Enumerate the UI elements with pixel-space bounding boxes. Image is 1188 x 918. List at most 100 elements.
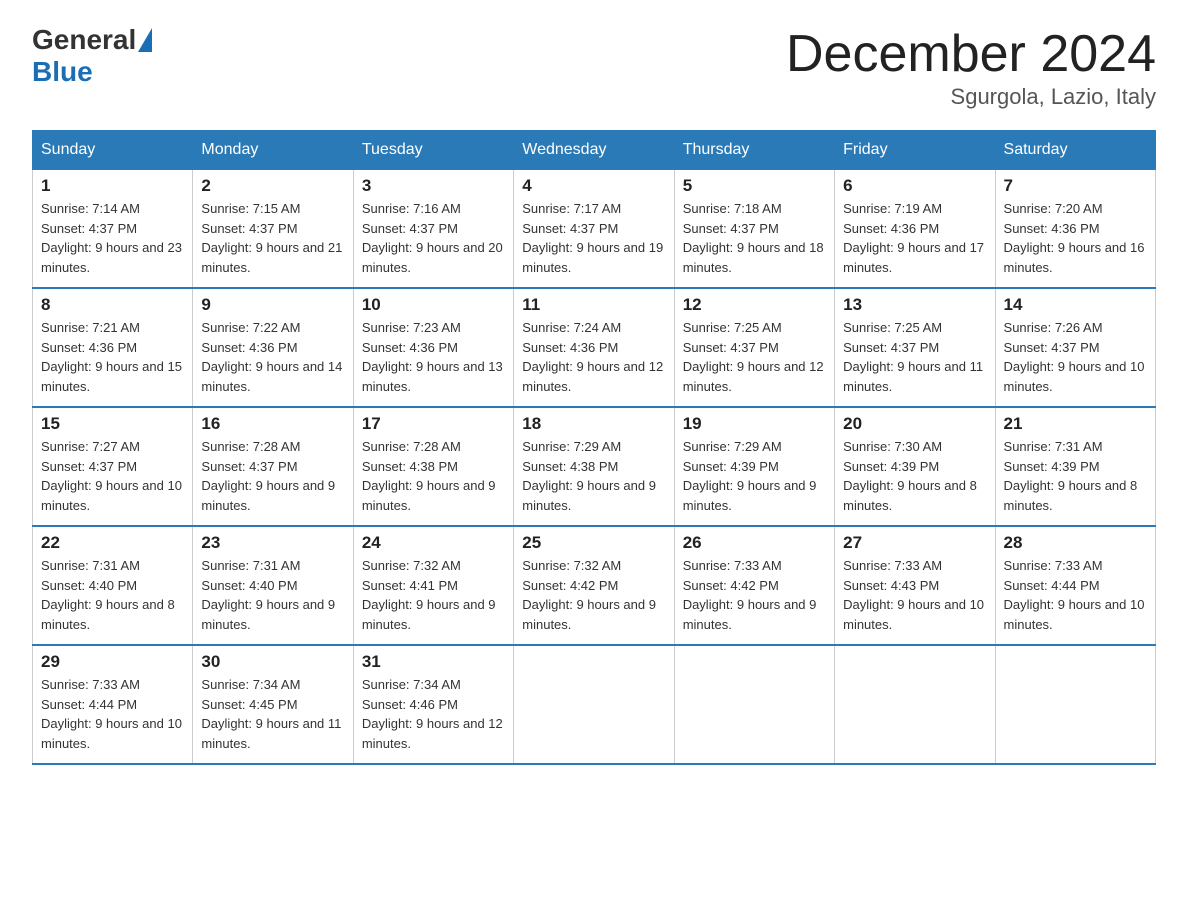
- day-info: Sunrise: 7:30 AMSunset: 4:39 PMDaylight:…: [843, 437, 986, 515]
- day-info: Sunrise: 7:25 AMSunset: 4:37 PMDaylight:…: [843, 318, 986, 396]
- day-number: 28: [1004, 533, 1147, 553]
- day-number: 14: [1004, 295, 1147, 315]
- calendar-cell: 10Sunrise: 7:23 AMSunset: 4:36 PMDayligh…: [353, 288, 513, 407]
- calendar-cell: 27 Sunrise: 7:33 AMSunset: 4:43 PMDayligh…: [835, 526, 995, 645]
- day-info: Sunrise: 7:31 AMSunset: 4:40 PMDaylight:…: [41, 556, 184, 634]
- calendar-cell: 2 Sunrise: 7:15 AMSunset: 4:37 PMDaylight…: [193, 170, 353, 289]
- day-info: Sunrise: 7:19 AMSunset: 4:36 PMDaylight:…: [843, 199, 986, 277]
- logo: General Blue: [32, 24, 154, 88]
- day-number: 9: [201, 295, 344, 315]
- day-info: Sunrise: 7:33 AMSunset: 4:44 PMDaylight:…: [1004, 556, 1147, 634]
- logo-blue-text: Blue: [32, 56, 93, 87]
- calendar-cell: 23 Sunrise: 7:31 AMSunset: 4:40 PMDayligh…: [193, 526, 353, 645]
- day-info: Sunrise: 7:18 AMSunset: 4:37 PMDaylight:…: [683, 199, 826, 277]
- day-info: Sunrise: 7:25 AMSunset: 4:37 PMDaylight:…: [683, 318, 826, 396]
- day-number: 13: [843, 295, 986, 315]
- day-info: Sunrise: 7:29 AMSunset: 4:38 PMDaylight:…: [522, 437, 665, 515]
- calendar-cell: 1Sunrise: 7:14 AMSunset: 4:37 PMDaylight…: [33, 170, 193, 289]
- day-number: 15: [41, 414, 184, 434]
- day-info: Sunrise: 7:33 AMSunset: 4:42 PMDaylight:…: [683, 556, 826, 634]
- day-number: 26: [683, 533, 826, 553]
- calendar-cell: 7 Sunrise: 7:20 AMSunset: 4:36 PMDaylight…: [995, 170, 1155, 289]
- calendar-cell: 3 Sunrise: 7:16 AMSunset: 4:37 PMDaylight…: [353, 170, 513, 289]
- week-row-2: 8Sunrise: 7:21 AMSunset: 4:36 PMDaylight…: [33, 288, 1156, 407]
- day-info: Sunrise: 7:16 AMSunset: 4:37 PMDaylight:…: [362, 199, 505, 277]
- title-section: December 2024 Sgurgola, Lazio, Italy: [786, 24, 1156, 110]
- day-number: 31: [362, 652, 505, 672]
- calendar-cell: 22Sunrise: 7:31 AMSunset: 4:40 PMDayligh…: [33, 526, 193, 645]
- calendar-cell: 18 Sunrise: 7:29 AMSunset: 4:38 PMDayligh…: [514, 407, 674, 526]
- day-info: Sunrise: 7:32 AMSunset: 4:42 PMDaylight:…: [522, 556, 665, 634]
- day-number: 25: [522, 533, 665, 553]
- day-info: Sunrise: 7:29 AMSunset: 4:39 PMDaylight:…: [683, 437, 826, 515]
- calendar-cell: [835, 645, 995, 764]
- calendar-cell: 31 Sunrise: 7:34 AMSunset: 4:46 PMDayligh…: [353, 645, 513, 764]
- day-number: 23: [201, 533, 344, 553]
- day-info: Sunrise: 7:14 AMSunset: 4:37 PMDaylight:…: [41, 199, 184, 277]
- calendar-cell: [995, 645, 1155, 764]
- day-number: 2: [201, 176, 344, 196]
- header-saturday: Saturday: [995, 131, 1155, 170]
- day-number: 29: [41, 652, 184, 672]
- logo-triangle-icon: [138, 28, 152, 52]
- calendar-cell: 16 Sunrise: 7:28 AMSunset: 4:37 PMDayligh…: [193, 407, 353, 526]
- calendar-cell: 13 Sunrise: 7:25 AMSunset: 4:37 PMDayligh…: [835, 288, 995, 407]
- header-sunday: Sunday: [33, 131, 193, 170]
- day-info: Sunrise: 7:28 AMSunset: 4:38 PMDaylight:…: [362, 437, 505, 515]
- calendar-cell: 5 Sunrise: 7:18 AMSunset: 4:37 PMDaylight…: [674, 170, 834, 289]
- page-header: General Blue December 2024 Sgurgola, Laz…: [32, 24, 1156, 110]
- calendar-cell: 24Sunrise: 7:32 AMSunset: 4:41 PMDayligh…: [353, 526, 513, 645]
- week-row-1: 1Sunrise: 7:14 AMSunset: 4:37 PMDaylight…: [33, 170, 1156, 289]
- day-number: 16: [201, 414, 344, 434]
- day-number: 10: [362, 295, 505, 315]
- calendar-cell: [674, 645, 834, 764]
- calendar-cell: 9 Sunrise: 7:22 AMSunset: 4:36 PMDaylight…: [193, 288, 353, 407]
- day-info: Sunrise: 7:31 AMSunset: 4:39 PMDaylight:…: [1004, 437, 1147, 515]
- calendar-cell: 17Sunrise: 7:28 AMSunset: 4:38 PMDayligh…: [353, 407, 513, 526]
- calendar-cell: 8Sunrise: 7:21 AMSunset: 4:36 PMDaylight…: [33, 288, 193, 407]
- day-number: 30: [201, 652, 344, 672]
- day-info: Sunrise: 7:21 AMSunset: 4:36 PMDaylight:…: [41, 318, 184, 396]
- day-number: 7: [1004, 176, 1147, 196]
- calendar-cell: 25 Sunrise: 7:32 AMSunset: 4:42 PMDayligh…: [514, 526, 674, 645]
- calendar-cell: 21Sunrise: 7:31 AMSunset: 4:39 PMDayligh…: [995, 407, 1155, 526]
- day-info: Sunrise: 7:33 AMSunset: 4:44 PMDaylight:…: [41, 675, 184, 753]
- day-info: Sunrise: 7:22 AMSunset: 4:36 PMDaylight:…: [201, 318, 344, 396]
- day-number: 5: [683, 176, 826, 196]
- day-info: Sunrise: 7:34 AMSunset: 4:46 PMDaylight:…: [362, 675, 505, 753]
- day-info: Sunrise: 7:31 AMSunset: 4:40 PMDaylight:…: [201, 556, 344, 634]
- day-number: 12: [683, 295, 826, 315]
- day-info: Sunrise: 7:27 AMSunset: 4:37 PMDaylight:…: [41, 437, 184, 515]
- week-row-3: 15 Sunrise: 7:27 AMSunset: 4:37 PMDayligh…: [33, 407, 1156, 526]
- day-info: Sunrise: 7:34 AMSunset: 4:45 PMDaylight:…: [201, 675, 344, 753]
- calendar-header-row: SundayMondayTuesdayWednesdayThursdayFrid…: [33, 131, 1156, 170]
- calendar-cell: 19 Sunrise: 7:29 AMSunset: 4:39 PMDayligh…: [674, 407, 834, 526]
- day-number: 24: [362, 533, 505, 553]
- calendar-cell: 15 Sunrise: 7:27 AMSunset: 4:37 PMDayligh…: [33, 407, 193, 526]
- day-number: 19: [683, 414, 826, 434]
- day-number: 11: [522, 295, 665, 315]
- calendar-cell: 30 Sunrise: 7:34 AMSunset: 4:45 PMDayligh…: [193, 645, 353, 764]
- day-number: 18: [522, 414, 665, 434]
- calendar-cell: 26 Sunrise: 7:33 AMSunset: 4:42 PMDayligh…: [674, 526, 834, 645]
- day-info: Sunrise: 7:15 AMSunset: 4:37 PMDaylight:…: [201, 199, 344, 277]
- calendar-table: SundayMondayTuesdayWednesdayThursdayFrid…: [32, 130, 1156, 765]
- month-title: December 2024: [786, 24, 1156, 84]
- day-info: Sunrise: 7:26 AMSunset: 4:37 PMDaylight:…: [1004, 318, 1147, 396]
- day-number: 3: [362, 176, 505, 196]
- day-info: Sunrise: 7:33 AMSunset: 4:43 PMDaylight:…: [843, 556, 986, 634]
- day-info: Sunrise: 7:20 AMSunset: 4:36 PMDaylight:…: [1004, 199, 1147, 277]
- day-number: 6: [843, 176, 986, 196]
- week-row-4: 22Sunrise: 7:31 AMSunset: 4:40 PMDayligh…: [33, 526, 1156, 645]
- location-label: Sgurgola, Lazio, Italy: [786, 84, 1156, 110]
- calendar-cell: 28 Sunrise: 7:33 AMSunset: 4:44 PMDayligh…: [995, 526, 1155, 645]
- day-number: 20: [843, 414, 986, 434]
- calendar-cell: 4Sunrise: 7:17 AMSunset: 4:37 PMDaylight…: [514, 170, 674, 289]
- calendar-cell: 12 Sunrise: 7:25 AMSunset: 4:37 PMDayligh…: [674, 288, 834, 407]
- day-info: Sunrise: 7:17 AMSunset: 4:37 PMDaylight:…: [522, 199, 665, 277]
- day-number: 27: [843, 533, 986, 553]
- calendar-cell: 14 Sunrise: 7:26 AMSunset: 4:37 PMDayligh…: [995, 288, 1155, 407]
- logo-general-text: General: [32, 24, 136, 56]
- calendar-cell: [514, 645, 674, 764]
- day-info: Sunrise: 7:28 AMSunset: 4:37 PMDaylight:…: [201, 437, 344, 515]
